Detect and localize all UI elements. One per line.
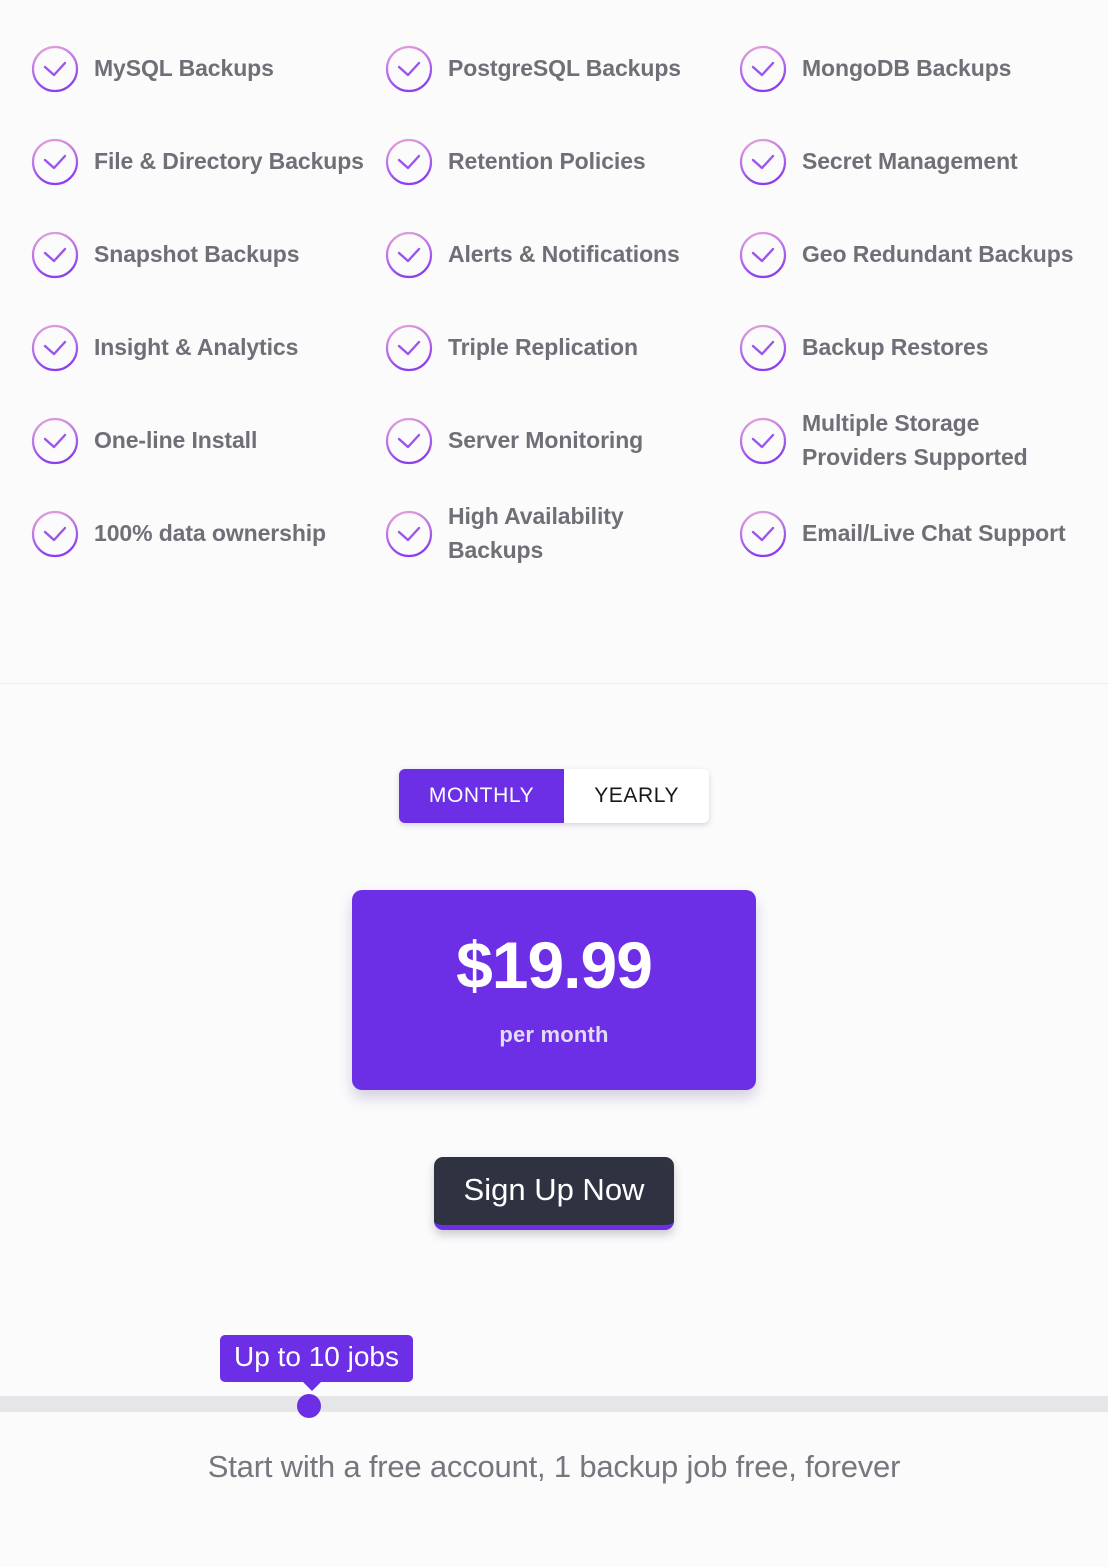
feature-item: Triple Replication: [384, 301, 738, 394]
check-circle-icon: [739, 45, 787, 92]
sign-up-now-button[interactable]: Sign Up Now: [433, 1157, 675, 1231]
feature-label: Server Monitoring: [448, 426, 644, 453]
feature-label: Alerts & Notifications: [448, 240, 680, 267]
check-circle-icon: [31, 231, 79, 278]
feature-label: High Availability Backups: [448, 503, 624, 563]
feature-item: Email/Live Chat Support: [738, 487, 1092, 580]
feature-label: MongoDB Backups: [802, 54, 1012, 81]
feature-item: Multiple Storage Providers Supported: [738, 394, 1092, 487]
feature-label: Insight & Analytics: [94, 333, 299, 360]
feature-item: Alerts & Notifications: [384, 208, 738, 301]
check-circle-icon: [385, 138, 433, 185]
feature-item: MySQL Backups: [30, 22, 384, 115]
toggle-option-monthly[interactable]: MONTHLY: [398, 769, 565, 823]
check-circle-icon: [385, 45, 433, 92]
feature-item: Backup Restores: [738, 301, 1092, 394]
feature-label: Email/Live Chat Support: [802, 519, 1066, 546]
feature-item: PostgreSQL Backups: [384, 22, 738, 115]
price-amount: $19.99: [456, 928, 653, 1002]
feature-label: Triple Replication: [448, 333, 638, 360]
feature-label: File & Directory Backups: [94, 147, 364, 174]
feature-item: 100% data ownership: [30, 487, 384, 580]
check-circle-icon: [31, 45, 79, 92]
check-circle-icon: [385, 510, 433, 557]
check-circle-icon: [31, 510, 79, 557]
price-card: $19.99 per month: [352, 890, 756, 1090]
feature-label: 100% data ownership: [94, 519, 327, 546]
billing-period-toggle[interactable]: MONTHLY YEARLY: [398, 769, 710, 823]
features-section: MySQL Backups PostgreSQL Backups MongoDB B…: [0, 0, 1108, 684]
check-circle-icon: [385, 417, 433, 464]
feature-label: Backup Restores: [802, 333, 989, 360]
feature-label: Snapshot Backups: [94, 240, 300, 267]
price-period: per month: [499, 1022, 609, 1047]
feature-label: Geo Redundant Backups: [802, 240, 1074, 267]
feature-item: MongoDB Backups: [738, 22, 1092, 115]
slider-thumb[interactable]: [297, 1394, 321, 1418]
feature-item: Retention Policies: [384, 115, 738, 208]
feature-item: Secret Management: [738, 115, 1092, 208]
feature-label: Secret Management: [802, 147, 1018, 174]
check-circle-icon: [31, 138, 79, 185]
check-circle-icon: [31, 324, 79, 371]
check-circle-icon: [739, 417, 787, 464]
feature-item: Snapshot Backups: [30, 208, 384, 301]
feature-label: Retention Policies: [448, 147, 646, 174]
feature-label: One-line Install: [94, 426, 258, 453]
check-circle-icon: [739, 231, 787, 278]
price-card-wrapper: $19.99 per month: [0, 890, 1108, 1090]
jobs-slider[interactable]: Up to 10 jobs: [0, 1335, 1108, 1435]
check-circle-icon: [31, 417, 79, 464]
feature-label: MySQL Backups: [94, 54, 274, 81]
check-circle-icon: [739, 510, 787, 557]
toggle-option-yearly[interactable]: YEARLY: [564, 769, 710, 823]
pricing-page: MySQL Backups PostgreSQL Backups MongoDB B…: [0, 0, 1108, 1567]
slider-value-tooltip: Up to 10 jobs: [220, 1335, 413, 1392]
check-circle-icon: [385, 231, 433, 278]
check-circle-icon: [739, 324, 787, 371]
free-account-footnote: Start with a free account, 1 backup job …: [207, 1449, 901, 1484]
feature-label: Multiple Storage Providers Supported: [802, 410, 1028, 470]
feature-label: PostgreSQL Backups: [448, 54, 681, 81]
feature-item: High Availability Backups: [384, 487, 738, 580]
feature-item: Server Monitoring: [384, 394, 738, 487]
check-circle-icon: [739, 138, 787, 185]
slider-track[interactable]: [0, 1396, 1108, 1412]
feature-item: One-line Install: [30, 394, 384, 487]
billing-toggle-wrapper: MONTHLY YEARLY: [0, 769, 1108, 823]
check-circle-icon: [385, 324, 433, 371]
signup-button-wrapper: Sign Up Now: [0, 1157, 1108, 1231]
feature-item: Insight & Analytics: [30, 301, 384, 394]
feature-item: Geo Redundant Backups: [738, 208, 1092, 301]
feature-item: File & Directory Backups: [30, 115, 384, 208]
features-grid: MySQL Backups PostgreSQL Backups MongoDB B…: [0, 22, 1108, 580]
